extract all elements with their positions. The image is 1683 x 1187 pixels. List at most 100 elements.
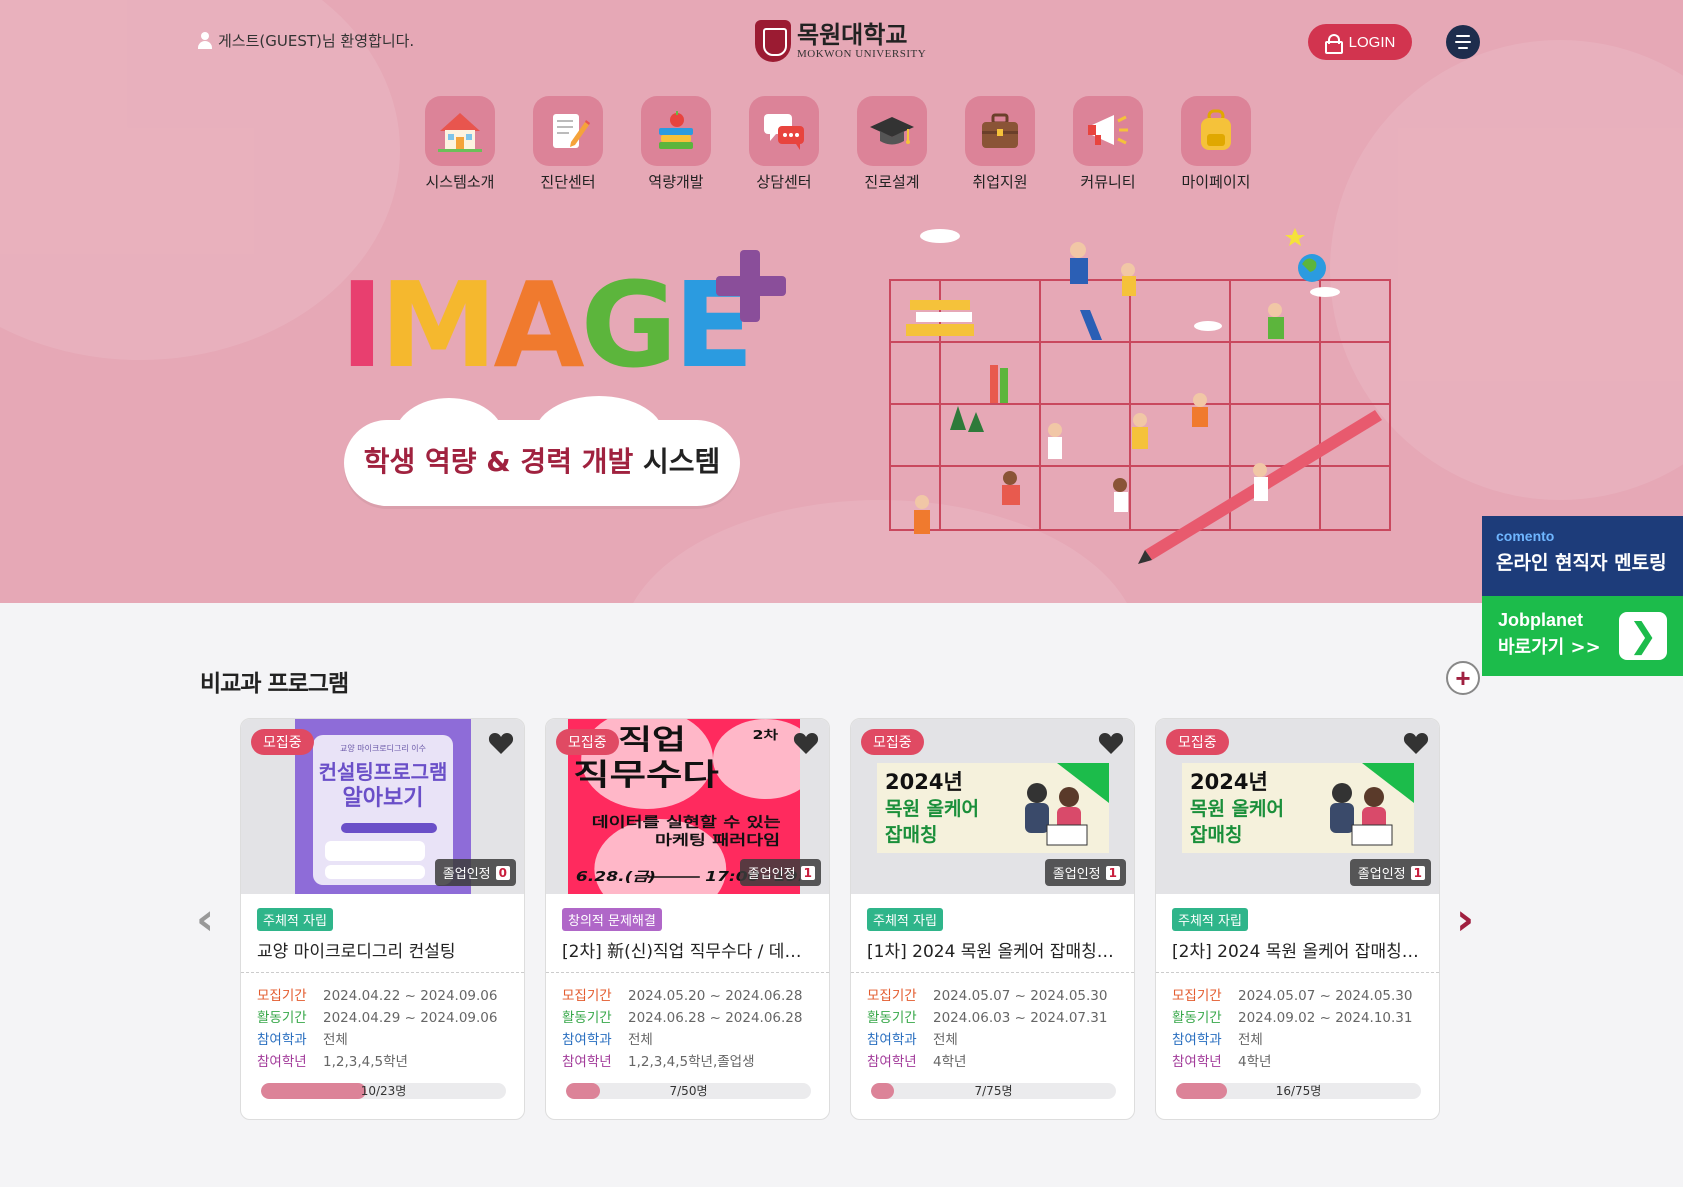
- chevron-right-icon: ❯: [1619, 612, 1667, 660]
- nav-item-diagnosis-center[interactable]: 진단센터: [532, 96, 604, 192]
- login-label: LOGIN: [1348, 33, 1396, 51]
- plus-icon: +: [1455, 663, 1471, 693]
- poster-date: 6.28.(금): [576, 869, 656, 884]
- program-title[interactable]: [2차] 新(신)직업 직무수다 / 데…: [546, 937, 829, 973]
- login-button[interactable]: LOGIN: [1308, 24, 1412, 60]
- poster-line1: 컨설팅프로그램: [319, 760, 448, 784]
- logo-english-name: MOKWON UNIVERSITY: [797, 48, 927, 60]
- jobplanet-banner[interactable]: Jobplanet 바로가기 >> ❯: [1482, 596, 1683, 676]
- notepad-pencil-icon: [533, 96, 603, 166]
- recruit-period-label: 모집기간: [562, 988, 612, 1004]
- comento-mentoring-banner[interactable]: comento 온라인 현직자 멘토링: [1482, 516, 1683, 596]
- nav-item-employment-support[interactable]: 취업지원: [964, 96, 1036, 192]
- nav-item-system-intro[interactable]: 시스템소개: [424, 96, 496, 192]
- program-thumbnail[interactable]: 교양 마이크로디그리 이수 컨설팅프로그램 알아보기 모집중 졸업인정 0: [241, 719, 524, 894]
- enrollment-progress-bar: 7/75명: [871, 1083, 1116, 1099]
- grade-value: 4학년: [1238, 1054, 1272, 1070]
- enrollment-progress-bar: 10/23명: [261, 1083, 506, 1099]
- recruit-period-label: 모집기간: [1172, 988, 1222, 1004]
- recruiting-badge: 모집중: [556, 729, 619, 755]
- poster-line2: 알아보기: [343, 786, 424, 811]
- graduation-credit-badge: 졸업인정 0: [434, 859, 516, 886]
- activity-period-value: 2024.04.29 ~ 2024.09.06: [323, 1010, 498, 1026]
- heart-icon[interactable]: [1098, 731, 1124, 755]
- enrollment-progress-bar: 16/75명: [1176, 1083, 1421, 1099]
- poster-line1: 2024년: [885, 770, 963, 794]
- recruit-period-label: 모집기간: [257, 988, 307, 1004]
- nav-item-competency-development[interactable]: 역량개발: [640, 96, 712, 192]
- grad-count: 0: [495, 865, 510, 880]
- hero-banner: 게스트(GUEST)님 환영합니다. 목원대학교 MOKWON UNIVERSI…: [0, 0, 1683, 603]
- backpack-icon: [1181, 96, 1251, 166]
- more-programs-button[interactable]: +: [1446, 661, 1480, 695]
- program-card[interactable]: 2024년 목원 올케어 잡매칭 모집중 졸업인정 1 주체적 자립 [2차] …: [1155, 718, 1440, 1120]
- job-matching-poster: 2024년 목원 올케어 잡매칭: [877, 763, 1109, 853]
- grad-label: 졸업인정: [442, 867, 491, 882]
- briefcase-icon: [965, 96, 1035, 166]
- lock-icon: [1324, 34, 1343, 54]
- megaphone-icon: [1073, 96, 1143, 166]
- progress-text: 7/50명: [669, 1084, 708, 1098]
- grade-value: 1,2,3,4,5학년: [323, 1054, 408, 1070]
- program-card[interactable]: 직업 직무수다 2차 데이터를 실현할 수 있는 마케팅 패러다임 6.28.(…: [545, 718, 830, 1120]
- progress-text: 10/23명: [360, 1084, 407, 1098]
- carousel-prev-button[interactable]: ‹: [196, 898, 226, 942]
- university-logo[interactable]: 목원대학교 MOKWON UNIVERSITY: [755, 20, 926, 62]
- hero-subtitle-accent: 학생 역량 & 경력 개발: [363, 445, 634, 478]
- nav-item-mypage[interactable]: 마이페이지: [1180, 96, 1252, 192]
- students-bookshelf-illustration: [889, 228, 1391, 564]
- nav-item-community[interactable]: 커뮤니티: [1072, 96, 1144, 192]
- menu-line-icon: [1456, 35, 1470, 37]
- heart-icon[interactable]: [1403, 731, 1429, 755]
- program-card[interactable]: 교양 마이크로디그리 이수 컨설팅프로그램 알아보기 모집중 졸업인정 0 주체…: [240, 718, 525, 1120]
- activity-period-value: 2024.06.03 ~ 2024.07.31: [933, 1010, 1108, 1026]
- top-bar: 게스트(GUEST)님 환영합니다. 목원대학교 MOKWON UNIVERSI…: [0, 0, 1683, 80]
- activity-period-label: 활동기간: [1172, 1010, 1222, 1026]
- main-navigation: 시스템소개 진단센터 역량개발 상담센터 진로설계 취업지원 커뮤니티 마이페이…: [424, 96, 1252, 192]
- grad-count: 1: [800, 865, 815, 880]
- program-card[interactable]: 2024년 목원 올케어 잡매칭 모집중 졸업인정 1 주체적 자립 [1차] …: [850, 718, 1135, 1120]
- dept-label: 참여학과: [562, 1032, 612, 1048]
- recruiting-badge: 모집중: [251, 729, 314, 755]
- university-seal-icon: [755, 20, 791, 62]
- graduation-credit-badge: 졸업인정 1: [739, 859, 821, 886]
- recruit-period-value: 2024.05.07 ~ 2024.05.30: [933, 988, 1108, 1004]
- menu-line-icon: [1458, 47, 1468, 49]
- program-thumbnail[interactable]: 2024년 목원 올케어 잡매칭 모집중 졸업인정 1: [1156, 719, 1439, 894]
- carousel-next-button[interactable]: ›: [1456, 898, 1486, 942]
- nav-item-counseling-center[interactable]: 상담센터: [748, 96, 820, 192]
- program-title[interactable]: [2차] 2024 목원 올케어 잡매칭 …: [1156, 937, 1439, 973]
- grad-label: 졸업인정: [747, 867, 796, 882]
- grad-count: 1: [1410, 865, 1425, 880]
- recruiting-badge: 모집중: [861, 729, 924, 755]
- grad-label: 졸업인정: [1052, 867, 1101, 882]
- recruit-period-value: 2024.05.20 ~ 2024.06.28: [628, 988, 803, 1004]
- enrollment-progress-bar: 7/50명: [566, 1083, 811, 1099]
- title-letter: M: [379, 256, 497, 394]
- activity-period-value: 2024.09.02 ~ 2024.10.31: [1238, 1010, 1413, 1026]
- category-tag: 창의적 문제해결: [562, 908, 662, 931]
- poster-round: 2차: [753, 729, 779, 743]
- poster-line2: 직무수다: [573, 758, 718, 793]
- category-tag: 주체적 자립: [867, 908, 943, 931]
- grad-label: 졸업인정: [1357, 867, 1406, 882]
- program-thumbnail[interactable]: 2024년 목원 올케어 잡매칭 모집중 졸업인정 1: [851, 719, 1134, 894]
- poster-line1: 직업: [618, 723, 686, 755]
- program-thumbnail[interactable]: 직업 직무수다 2차 데이터를 실현할 수 있는 마케팅 패러다임 6.28.(…: [546, 719, 829, 894]
- program-title[interactable]: 교양 마이크로디그리 컨설팅: [241, 937, 524, 973]
- heart-icon[interactable]: [488, 731, 514, 755]
- poster-line3: 잡매칭: [1190, 824, 1242, 846]
- nav-item-career-planning[interactable]: 진로설계: [856, 96, 928, 192]
- heart-icon[interactable]: [793, 731, 819, 755]
- program-title[interactable]: [1차] 2024 목원 올케어 잡매칭 …: [851, 937, 1134, 973]
- dept-value: 전체: [323, 1032, 348, 1048]
- user-icon: [198, 32, 212, 49]
- dept-label: 참여학과: [867, 1032, 917, 1048]
- recruiting-badge: 모집중: [1166, 729, 1229, 755]
- chevron-right-icon: ›: [1456, 894, 1475, 945]
- activity-period-label: 활동기간: [867, 1010, 917, 1026]
- welcome-message: 게스트(GUEST)님 환영합니다.: [198, 30, 414, 51]
- poster-line2: 목원 올케어: [1190, 798, 1284, 820]
- graduation-cap-icon: [857, 96, 927, 166]
- hamburger-menu-button[interactable]: [1446, 25, 1480, 59]
